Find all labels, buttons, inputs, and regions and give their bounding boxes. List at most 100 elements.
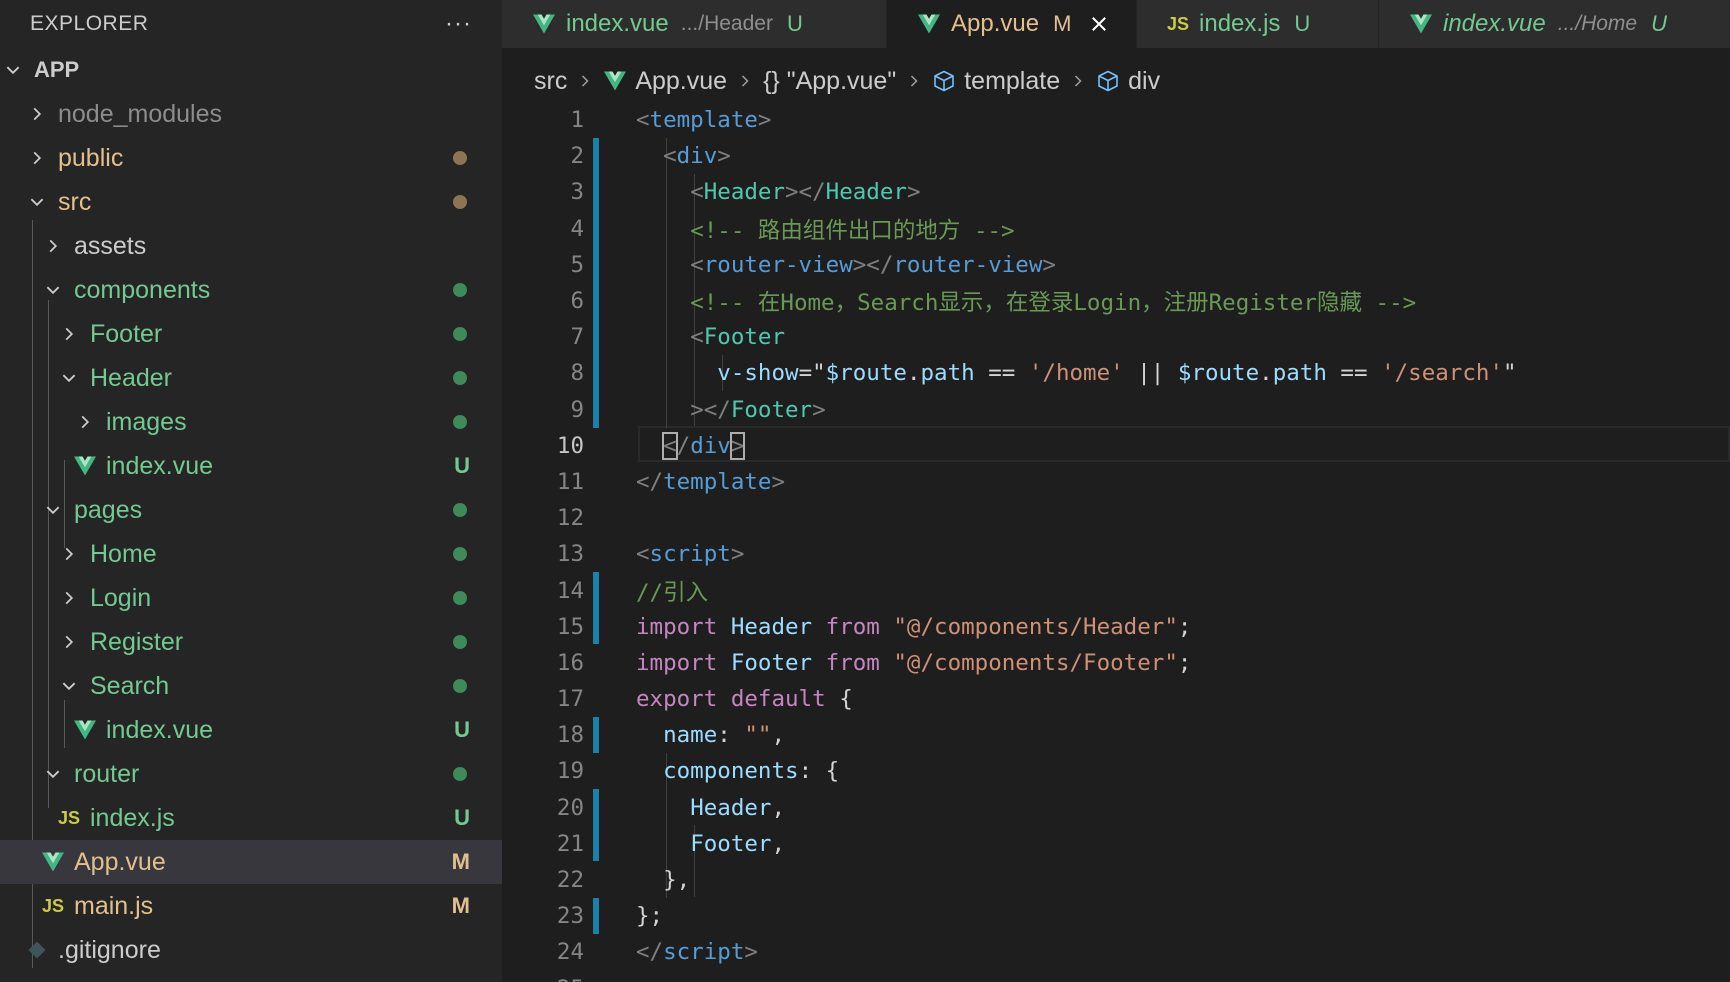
line-number: 25 — [502, 976, 584, 982]
breadcrumb-item-div[interactable]: div — [1128, 67, 1160, 96]
tree-item-label: Register — [90, 627, 184, 656]
chevron-right-icon — [906, 73, 922, 89]
breadcrumb-item-template[interactable]: template — [964, 67, 1060, 96]
explorer-title: EXPLORER — [30, 12, 149, 35]
chevron-down-icon — [2, 59, 24, 81]
line-number: 2 — [570, 143, 584, 170]
tab-app-vue[interactable]: App.vue M — [887, 0, 1137, 48]
tree-root-app[interactable]: APP — [0, 48, 502, 92]
line-number: 1 — [570, 107, 584, 134]
code-line: 7 <Footer — [502, 319, 1730, 355]
code-string: '/search' — [1381, 360, 1503, 387]
untracked-dot-icon — [453, 635, 467, 649]
tree-item-app-vue[interactable]: App.vue M — [0, 840, 502, 884]
breadcrumb-item-src[interactable]: src — [534, 67, 567, 96]
tree-item-components[interactable]: components — [0, 268, 502, 312]
untracked-dot-icon — [453, 283, 467, 297]
code-line: 8 v-show="$route.path == '/home' || $rou… — [502, 355, 1730, 391]
tree-item-header[interactable]: Header — [0, 356, 502, 400]
code-string: "@/components/Header" — [893, 613, 1178, 640]
tree-item-label: Footer — [90, 319, 163, 348]
line-number: 24 — [556, 939, 584, 966]
tree-item-node-modules[interactable]: node_modules — [0, 92, 502, 136]
code-attr: v-show — [717, 360, 799, 387]
modified-dot-icon — [453, 195, 467, 209]
tree-item-router-index-js[interactable]: JS index.js U — [0, 796, 502, 840]
chevron-right-icon — [58, 543, 80, 565]
close-icon[interactable] — [1089, 14, 1109, 34]
line-number: 10 — [556, 432, 584, 459]
line-number: 9 — [570, 396, 584, 423]
code-comment: <!-- 路由组件出口的地方 --> — [690, 217, 1015, 244]
untracked-dot-icon — [453, 591, 467, 605]
chevron-down-icon — [42, 763, 64, 785]
line-number: 11 — [556, 468, 584, 495]
untracked-dot-icon — [453, 371, 467, 385]
tree-item-label: index.vue — [106, 715, 214, 744]
line-number: 21 — [556, 830, 584, 857]
explorer-sidebar: EXPLORER ··· APP node_modules public src — [0, 0, 502, 982]
line-number: 15 — [556, 613, 584, 640]
tab-home-index-vue[interactable]: index.vue .../Home U — [1379, 0, 1730, 48]
git-file-icon — [24, 939, 50, 961]
modified-dot-icon — [453, 151, 467, 165]
code-line: 15 import Header from "@/components/Heade… — [502, 609, 1730, 645]
tree-item-label: public — [58, 143, 124, 172]
tree-item-register[interactable]: Register — [0, 620, 502, 664]
tree-item-src[interactable]: src — [0, 180, 502, 224]
line-number: 14 — [556, 577, 584, 604]
tab-label: index.vue — [1443, 10, 1546, 37]
tab-status: U — [786, 11, 803, 36]
tree-item-footer[interactable]: Footer — [0, 312, 502, 356]
tree-item-label: main.js — [74, 891, 154, 920]
tab-label: index.js — [1199, 10, 1281, 37]
tree-item-public[interactable]: public — [0, 136, 502, 180]
tab-header-index-vue[interactable]: index.vue .../Header U — [502, 0, 887, 48]
js-file-icon: JS — [1167, 13, 1190, 34]
untracked-dot-icon — [453, 767, 467, 781]
breadcrumb-item-file[interactable]: App.vue — [635, 67, 727, 96]
js-file-icon: JS — [57, 807, 81, 828]
tree-item-header-index-vue[interactable]: index.vue U — [0, 444, 502, 488]
line-number: 13 — [556, 541, 584, 568]
tree-item-pages[interactable]: pages — [0, 488, 502, 532]
tree-item-home[interactable]: Home — [0, 532, 502, 576]
code-line: 9 ></Footer> — [502, 392, 1730, 428]
tab-router-index-js[interactable]: JS index.js U — [1137, 0, 1379, 48]
tree-item-label: Search — [90, 671, 170, 700]
tab-status: U — [1294, 11, 1311, 36]
chevron-right-icon — [26, 147, 48, 169]
line-number: 22 — [556, 867, 584, 894]
tree-item-label: images — [106, 407, 187, 436]
tree-item-login[interactable]: Login — [0, 576, 502, 620]
line-number: 5 — [570, 251, 584, 278]
tab-bar: index.vue .../Header U App.vue M JS inde… — [502, 0, 1730, 48]
tree-item-gitignore[interactable]: .gitignore — [0, 928, 502, 972]
tree-item-search-index-vue[interactable]: index.vue U — [0, 708, 502, 752]
code-comment: //引入 — [636, 579, 709, 606]
line-number: 17 — [556, 686, 584, 713]
tree-item-assets[interactable]: assets — [0, 224, 502, 268]
tab-status: M — [1053, 11, 1072, 36]
chevron-down-icon — [42, 279, 64, 301]
code-line: 12 — [502, 500, 1730, 536]
cube-icon — [1096, 69, 1120, 93]
more-actions-icon[interactable]: ··· — [445, 12, 472, 36]
tree-item-label: assets — [74, 231, 147, 260]
vue-file-icon — [72, 455, 98, 477]
breadcrumb-item-module[interactable]: {} "App.vue" — [763, 67, 896, 96]
chevron-down-icon — [26, 191, 48, 213]
tree-item-router[interactable]: router — [0, 752, 502, 796]
code-editor[interactable]: 1 <template> 2 <div> 3 <Header></Header> … — [502, 102, 1730, 982]
vue-file-icon — [603, 70, 627, 92]
code-comment: <!-- 在Home，Search显示，在登录Login，注册Register隐… — [690, 290, 1417, 317]
code-line: 16 import Footer from "@/components/Foote… — [502, 645, 1730, 681]
code-var: $route — [825, 360, 907, 387]
tree-item-label: App.vue — [74, 847, 166, 876]
tree-item-main-js[interactable]: JS main.js M — [0, 884, 502, 928]
chevron-right-icon — [26, 103, 48, 125]
chevron-down-icon — [42, 499, 64, 521]
tree-item-images[interactable]: images — [0, 400, 502, 444]
tab-label: App.vue — [951, 10, 1040, 37]
tree-item-search[interactable]: Search — [0, 664, 502, 708]
